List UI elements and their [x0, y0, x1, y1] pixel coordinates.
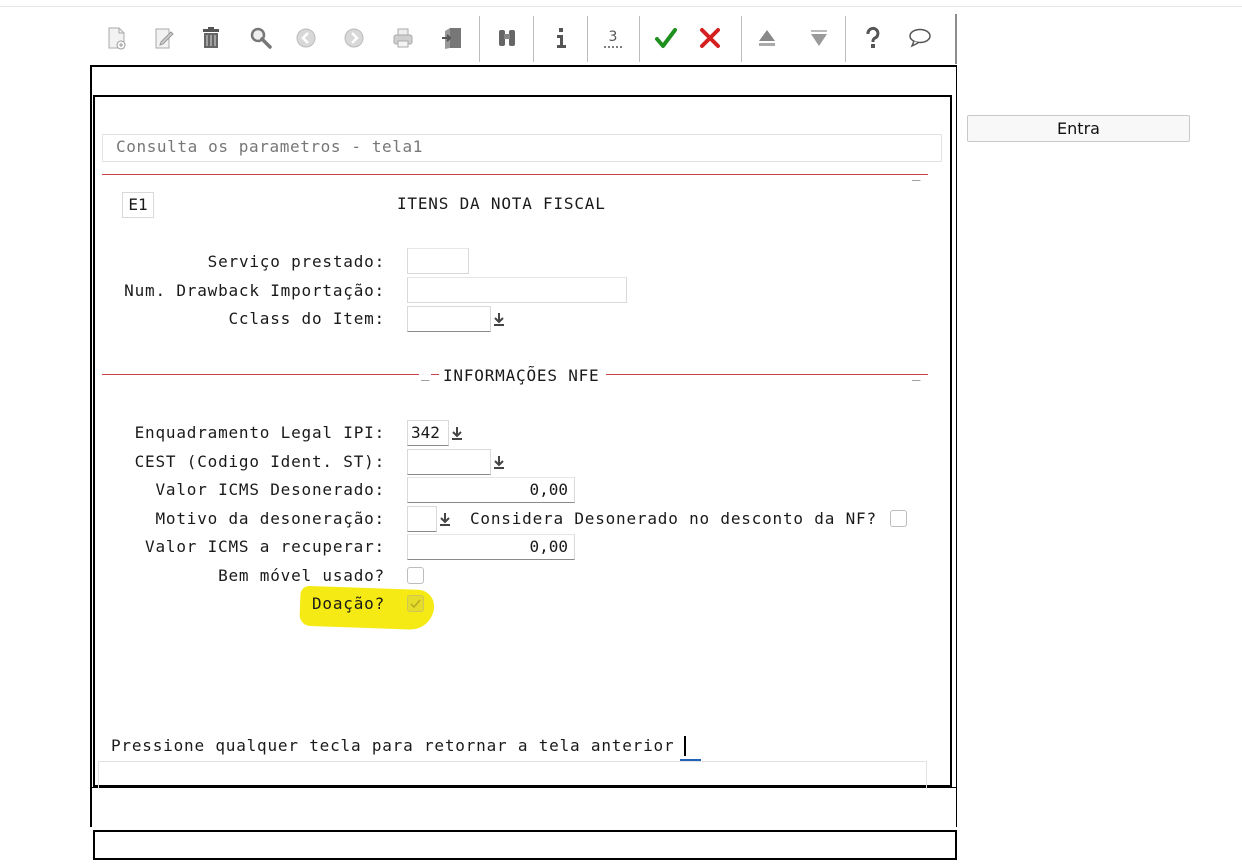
- exit-door-icon[interactable]: [432, 18, 472, 58]
- nfe-title-dash: _: [419, 365, 432, 381]
- dropdown-arrow-icon[interactable]: [438, 510, 452, 528]
- enquadramento-ipi-input[interactable]: 342: [407, 420, 449, 446]
- status-bar: [93, 830, 957, 860]
- entra-button[interactable]: Entra: [967, 115, 1190, 142]
- command-input[interactable]: [98, 761, 927, 789]
- toolbar-separator: [639, 16, 640, 62]
- dropdown-arrow-icon[interactable]: [492, 453, 506, 471]
- section-title: ITENS DA NOTA FISCAL: [397, 194, 606, 213]
- toolbar-separator: [587, 16, 588, 62]
- confirm-check-icon[interactable]: [646, 18, 686, 58]
- binoculars-icon[interactable]: [487, 18, 527, 58]
- motivo-desoneracao-label: Motivo da desoneração:: [155, 509, 385, 528]
- num-drawback-input[interactable]: [407, 277, 627, 303]
- considera-desonerado-checkbox[interactable]: [890, 510, 907, 527]
- motivo-desoneracao-combo: [407, 506, 457, 532]
- valor-icms-desonerado-label: Valor ICMS Desonerado:: [155, 480, 385, 499]
- toolbar-border: [955, 14, 957, 64]
- toolbar-separator: [741, 16, 742, 62]
- page-down-icon[interactable]: [799, 18, 839, 58]
- servico-prestado-label: Serviço prestado:: [207, 252, 385, 271]
- motivo-desoneracao-input[interactable]: [407, 506, 437, 532]
- doacao-checkbox[interactable]: [407, 595, 424, 612]
- sequence-icon[interactable]: 3: [593, 18, 633, 58]
- cest-combo: [407, 449, 507, 475]
- valor-icms-recuperar-input[interactable]: 0,00: [407, 534, 575, 560]
- top-divider: [0, 6, 1242, 7]
- chat-icon[interactable]: [900, 18, 940, 58]
- doacao-label: Doação?: [311, 594, 385, 613]
- enquadramento-ipi-combo: 342: [407, 420, 467, 446]
- valor-icms-desonerado-input[interactable]: 0,00: [407, 477, 575, 503]
- footer-prompt: Pressione qualquer tecla para retornar a…: [111, 736, 675, 755]
- company-code: E1: [122, 192, 154, 218]
- dropdown-arrow-icon[interactable]: [450, 424, 464, 442]
- num-drawback-label: Num. Drawback Importação:: [124, 281, 385, 300]
- check-icon: [410, 599, 421, 609]
- valor-icms-recuperar-label: Valor ICMS a recuperar:: [145, 537, 385, 556]
- nfe-section-title: INFORMAÇÕES NFE: [439, 366, 606, 385]
- nfe-minimize-marker: _: [912, 365, 921, 381]
- new-document-icon[interactable]: [96, 18, 136, 58]
- considera-desonerado-label: Considera Desonerado no desconto da NF?: [470, 509, 877, 528]
- toolbar-separator: [479, 16, 480, 62]
- enquadramento-ipi-label: Enquadramento Legal IPI:: [134, 423, 385, 442]
- print-icon[interactable]: [383, 18, 423, 58]
- cclass-item-input[interactable]: [407, 306, 491, 332]
- minimize-marker: _: [912, 165, 921, 181]
- cancel-x-icon[interactable]: [690, 18, 730, 58]
- toolbar-separator: [845, 16, 846, 62]
- cest-label: CEST (Codigo Ident. ST):: [134, 452, 385, 471]
- screen-title: Consulta os parametros - tela1: [116, 137, 423, 156]
- svg-text:3: 3: [609, 29, 618, 45]
- cest-input[interactable]: [407, 449, 491, 475]
- page-up-icon[interactable]: [747, 18, 787, 58]
- cclass-item-label: Cclass do Item:: [228, 309, 385, 328]
- cclass-item-combo: [407, 306, 507, 332]
- toolbar: 3: [96, 14, 958, 64]
- info-icon[interactable]: [541, 18, 581, 58]
- dropdown-arrow-icon[interactable]: [492, 310, 506, 328]
- bem-movel-usado-checkbox[interactable]: [407, 567, 424, 584]
- trash-icon[interactable]: [191, 18, 231, 58]
- servico-prestado-input[interactable]: [407, 248, 469, 274]
- search-icon[interactable]: [241, 18, 281, 58]
- text-cursor: [684, 736, 686, 756]
- bem-movel-usado-label: Bem móvel usado?: [218, 566, 385, 585]
- toolbar-separator: [533, 16, 534, 62]
- previous-icon[interactable]: [286, 18, 326, 58]
- next-icon[interactable]: [334, 18, 374, 58]
- help-icon[interactable]: [853, 18, 893, 58]
- section-divider: [102, 174, 928, 175]
- edit-icon[interactable]: [144, 18, 184, 58]
